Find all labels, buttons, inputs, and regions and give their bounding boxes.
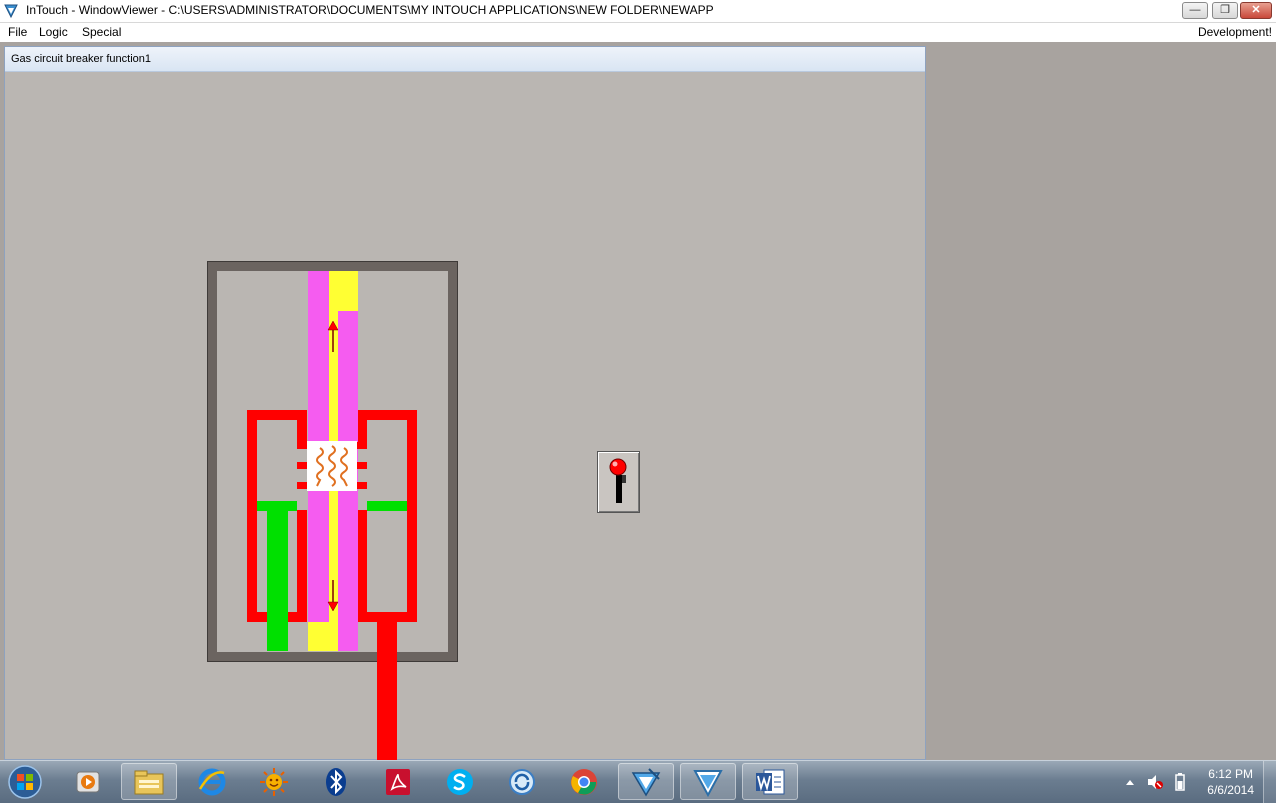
restore-button[interactable]: ❐	[1212, 2, 1238, 19]
battery-icon[interactable]	[1174, 772, 1186, 792]
nozzle-tab	[297, 442, 307, 449]
chamber-left-inner-low	[297, 510, 307, 622]
skype-icon	[447, 768, 473, 795]
arrow-down-icon	[327, 580, 339, 612]
toggle-lever-icon	[609, 458, 627, 503]
intouch-app-icon	[631, 767, 661, 796]
taskbar-bluetooth[interactable]	[308, 763, 364, 800]
child-window: Gas circuit breaker function1	[4, 46, 926, 760]
system-clock[interactable]: 6:12 PM 6/6/2014	[1207, 766, 1254, 798]
chamber-right-inner	[357, 410, 367, 442]
breaker-toggle-switch[interactable]	[597, 451, 640, 513]
window-title: InTouch - WindowViewer - C:\USERS\ADMINI…	[26, 3, 714, 17]
taskbar-file-explorer[interactable]	[121, 763, 177, 800]
taskbar-skype[interactable]	[432, 763, 488, 800]
arc-icon	[316, 445, 348, 487]
word-icon	[756, 769, 785, 794]
taskbar-sync-app[interactable]	[494, 763, 550, 800]
chamber-left-wall	[247, 410, 257, 622]
window-title-bar[interactable]: InTouch - WindowViewer - C:\USERS\ADMINI…	[0, 0, 1276, 23]
chrome-icon	[571, 768, 597, 795]
taskbar-internet-explorer[interactable]	[184, 763, 240, 800]
menu-file[interactable]: File	[8, 25, 27, 39]
close-button[interactable]: ✕	[1240, 2, 1272, 19]
chamber-right-inner-low	[357, 510, 367, 622]
media-player-icon	[76, 771, 100, 792]
nozzle-tab	[297, 482, 307, 489]
windowviewer-icon	[693, 769, 723, 797]
internet-explorer-icon	[198, 768, 226, 795]
menu-development[interactable]: Development!	[1198, 25, 1272, 39]
menu-bar: File Logic Special Development!	[0, 23, 1276, 42]
start-orb-icon	[8, 764, 42, 799]
child-window-title: Gas circuit breaker function1	[11, 53, 152, 65]
taskbar-sun-app[interactable]	[246, 763, 302, 800]
chamber-right-wall	[407, 410, 417, 622]
taskbar-acrobat[interactable]	[370, 763, 426, 800]
taskbar: 6:12 PM 6/6/2014	[0, 760, 1276, 803]
child-window-caption[interactable]: Gas circuit breaker function1	[5, 47, 925, 72]
piston-head-right	[367, 501, 407, 511]
taskbar-chrome[interactable]	[556, 763, 612, 800]
chamber-left-inner	[297, 410, 307, 442]
show-desktop-button[interactable]	[1263, 761, 1276, 803]
taskbar-windowviewer[interactable]	[680, 763, 736, 800]
contact-rod-lower	[308, 620, 330, 651]
taskbar-media-player[interactable]	[60, 763, 116, 800]
sync-app-icon	[509, 768, 535, 795]
nozzle-tab	[297, 462, 307, 469]
arrow-up-icon	[327, 320, 339, 352]
sun-app-icon	[260, 767, 288, 796]
minimize-button[interactable]: —	[1182, 2, 1208, 19]
nozzle-tab	[357, 462, 367, 469]
acrobat-icon	[386, 768, 410, 795]
menu-special[interactable]: Special	[82, 25, 121, 39]
file-explorer-icon	[134, 770, 164, 794]
nozzle-tab	[357, 482, 367, 489]
nozzle-tab	[357, 442, 367, 449]
clock-date: 6/6/2014	[1207, 783, 1254, 797]
taskbar-word[interactable]	[742, 763, 798, 800]
volume-muted-icon[interactable]	[1146, 773, 1164, 791]
taskbar-intouch[interactable]	[618, 763, 674, 800]
bluetooth-icon	[326, 767, 346, 796]
start-button[interactable]	[0, 763, 50, 800]
gas-outlet-pipe	[377, 620, 397, 760]
show-hidden-icons-icon[interactable]	[1124, 777, 1136, 787]
intouch-app-icon	[4, 4, 18, 19]
menu-logic[interactable]: Logic	[39, 25, 68, 39]
piston-rod-left	[267, 501, 288, 651]
clock-time: 6:12 PM	[1208, 767, 1253, 781]
